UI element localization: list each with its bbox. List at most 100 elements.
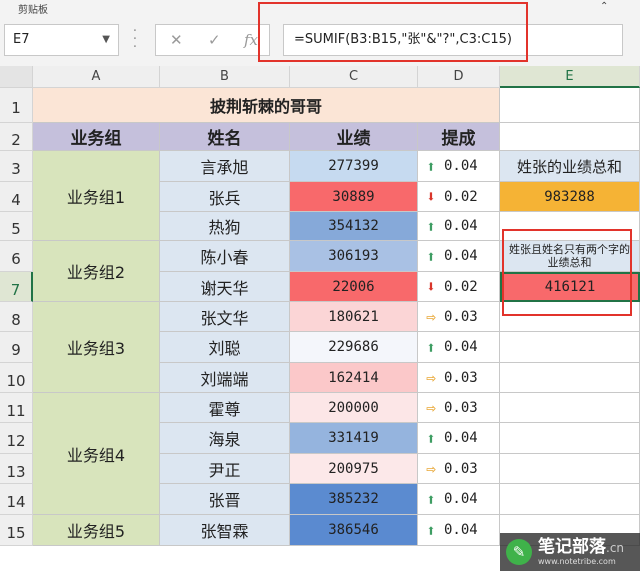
score-cell[interactable]: 331419 xyxy=(290,423,418,454)
cell-e11[interactable] xyxy=(500,393,640,423)
score-cell[interactable]: 385232 xyxy=(290,484,418,515)
watermark-url: www.notetribe.com xyxy=(538,557,616,566)
name-cell[interactable]: 霍尊 xyxy=(160,393,290,423)
formula-input[interactable]: =SUMIF(B3:B15,"张"&"?",C3:C15) xyxy=(283,24,623,56)
column-header-e[interactable]: E xyxy=(500,66,640,88)
commission-value: 0.04 xyxy=(444,158,478,174)
commission-cell[interactable]: ⬆ 0.04 xyxy=(418,515,500,546)
row-header-10[interactable]: 10 xyxy=(0,363,33,393)
name-cell[interactable]: 陈小春 xyxy=(160,241,290,272)
arrow-right-icon: ⇨ xyxy=(426,459,436,478)
group-cell-1[interactable]: 业务组1 xyxy=(33,151,160,241)
row-header-8[interactable]: 8 xyxy=(0,302,33,332)
arrow-up-icon: ⬆ xyxy=(426,520,436,540)
row-header-4[interactable]: 4 xyxy=(0,182,33,212)
commission-value: 0.03 xyxy=(444,369,478,386)
row-header-5[interactable]: 5 xyxy=(0,212,33,241)
column-header-a[interactable]: A xyxy=(33,66,160,88)
name-cell[interactable]: 海泉 xyxy=(160,423,290,454)
score-cell[interactable]: 22006 xyxy=(290,272,418,302)
commission-cell[interactable]: ⬆ 0.04 xyxy=(418,484,500,515)
commission-cell[interactable]: ⬆ 0.04 xyxy=(418,423,500,454)
score-cell[interactable]: 229686 xyxy=(290,332,418,363)
name-cell[interactable]: 谢天华 xyxy=(160,272,290,302)
commission-cell[interactable]: ⬆ 0.04 xyxy=(418,151,500,182)
row-header-12[interactable]: 12 xyxy=(0,423,33,454)
row-header-9[interactable]: 9 xyxy=(0,332,33,363)
name-cell[interactable]: 刘聪 xyxy=(160,332,290,363)
drag-handle-icon[interactable]: · · · xyxy=(130,25,140,54)
row-header-14[interactable]: 14 xyxy=(0,484,33,515)
worksheet-grid[interactable]: A B C D E 1 2 3 4 5 6 7 8 9 10 11 12 13 14 15 披荆斩棘的哥哥 业务组 姓名 业绩… xyxy=(0,66,640,571)
summary1-value[interactable]: 983288 xyxy=(500,182,640,212)
commission-cell[interactable]: ⇨ 0.03 xyxy=(418,302,500,332)
column-header-c[interactable]: C xyxy=(290,66,418,88)
name-cell[interactable]: 言承旭 xyxy=(160,151,290,182)
score-cell[interactable]: 277399 xyxy=(290,151,418,182)
commission-cell[interactable]: ⬆ 0.04 xyxy=(418,332,500,363)
cell-e13[interactable] xyxy=(500,454,640,484)
header-score[interactable]: 业绩 xyxy=(290,123,418,151)
commission-cell[interactable]: ⬇ 0.02 xyxy=(418,272,500,302)
row-header-13[interactable]: 13 xyxy=(0,454,33,484)
group-cell-3[interactable]: 业务组3 xyxy=(33,302,160,393)
watermark-suffix: .cn xyxy=(606,541,625,555)
column-header-b[interactable]: B xyxy=(160,66,290,88)
name-cell[interactable]: 刘端端 xyxy=(160,363,290,393)
arrow-right-icon: ⇨ xyxy=(426,307,436,326)
insert-function-icon[interactable]: fx xyxy=(244,31,258,49)
cancel-icon[interactable]: ✕ xyxy=(170,31,183,49)
score-cell[interactable]: 162414 xyxy=(290,363,418,393)
name-cell[interactable]: 张智霖 xyxy=(160,515,290,546)
row-header-1[interactable]: 1 xyxy=(0,88,33,123)
enter-icon[interactable]: ✓ xyxy=(208,31,221,49)
cell-e10[interactable] xyxy=(500,363,640,393)
score-cell[interactable]: 200975 xyxy=(290,454,418,484)
row-header-6[interactable]: 6 xyxy=(0,241,33,272)
commission-cell[interactable]: ⬆ 0.04 xyxy=(418,212,500,241)
score-cell[interactable]: 306193 xyxy=(290,241,418,272)
name-cell[interactable]: 张晋 xyxy=(160,484,290,515)
cell-e12[interactable] xyxy=(500,423,640,454)
commission-cell[interactable]: ⇨ 0.03 xyxy=(418,454,500,484)
group-cell-4[interactable]: 业务组4 xyxy=(33,393,160,515)
score-cell[interactable]: 386546 xyxy=(290,515,418,546)
header-group[interactable]: 业务组 xyxy=(33,123,160,151)
row-header-3[interactable]: 3 xyxy=(0,151,33,182)
summary1-label[interactable]: 姓张的业绩总和 xyxy=(500,151,640,182)
select-all-corner[interactable] xyxy=(0,66,33,88)
commission-cell[interactable]: ⬆ 0.04 xyxy=(418,241,500,272)
group-cell-2[interactable]: 业务组2 xyxy=(33,241,160,302)
header-name[interactable]: 姓名 xyxy=(160,123,290,151)
cell-e9[interactable] xyxy=(500,332,640,363)
row-header-2[interactable]: 2 xyxy=(0,123,33,151)
commission-value: 0.03 xyxy=(444,399,478,416)
commission-cell[interactable]: ⬇ 0.02 xyxy=(418,182,500,212)
group-cell-5[interactable]: 业务组5 xyxy=(33,515,160,546)
header-commission[interactable]: 提成 xyxy=(418,123,500,151)
ribbon-tab-label[interactable]: 剪贴板 xyxy=(18,1,48,16)
name-cell[interactable]: 尹正 xyxy=(160,454,290,484)
column-header-d[interactable]: D xyxy=(418,66,500,88)
name-cell[interactable]: 张文华 xyxy=(160,302,290,332)
commission-value: 0.02 xyxy=(444,188,478,205)
ribbon-collapse-icon[interactable]: ⌃ xyxy=(600,1,608,12)
commission-cell[interactable]: ⇨ 0.03 xyxy=(418,363,500,393)
score-cell[interactable]: 200000 xyxy=(290,393,418,423)
name-cell[interactable]: 热狗 xyxy=(160,212,290,241)
cell-e1[interactable] xyxy=(500,88,640,123)
commission-value: 0.04 xyxy=(444,430,478,446)
commission-cell[interactable]: ⇨ 0.03 xyxy=(418,393,500,423)
row-header-11[interactable]: 11 xyxy=(0,393,33,423)
score-cell[interactable]: 30889 xyxy=(290,182,418,212)
score-cell[interactable]: 180621 xyxy=(290,302,418,332)
row-header-7[interactable]: 7 xyxy=(0,272,33,302)
cell-e2[interactable] xyxy=(500,123,640,151)
sheet-title[interactable]: 披荆斩棘的哥哥 xyxy=(33,88,500,123)
name-cell[interactable]: 张兵 xyxy=(160,182,290,212)
score-cell[interactable]: 354132 xyxy=(290,212,418,241)
row-header-15[interactable]: 15 xyxy=(0,515,33,546)
name-box[interactable]: E7 ▼ xyxy=(4,24,119,56)
cell-e14[interactable] xyxy=(500,484,640,515)
chevron-down-icon[interactable]: ▼ xyxy=(102,25,110,55)
